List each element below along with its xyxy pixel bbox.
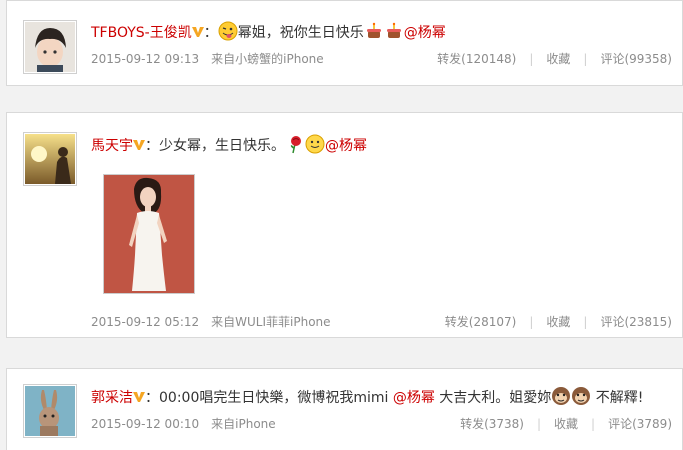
mention-link[interactable]: @杨幂 [325, 138, 367, 154]
separator: | [591, 417, 596, 431]
cake-emoji-icon [384, 21, 404, 41]
rose-emoji-icon [285, 134, 305, 154]
repost-button[interactable]: 转发(120148) [437, 52, 516, 66]
verified-badge-icon [133, 140, 145, 150]
separator: | [529, 52, 534, 66]
author-name[interactable]: 馬天宇 [91, 138, 133, 154]
repost-button[interactable]: 转发(28107) [445, 315, 517, 329]
verified-badge-icon [133, 392, 145, 402]
post-time[interactable]: 2015-09-12 09:13 [91, 52, 199, 66]
separator: | [583, 52, 588, 66]
post-meta: 2015-09-12 09:13 来自小螃蟹的iPhone [91, 50, 324, 67]
weibo-post: 郭采洁 ：00:00唱完生日快樂，微博祝我mimi @杨幂 大吉大利。姐愛妳 不解… [6, 368, 683, 450]
weibo-post: 馬天宇 ：少女幂，生日快乐。 @杨幂 2015-09-12 05:12 来自WULI菲… [6, 112, 683, 338]
comment-button[interactable]: 评论(99358) [600, 52, 672, 66]
verified-badge-icon [191, 27, 204, 37]
weibo-post: TFBOYS-王俊凯：幂姐，祝你生日快乐 @杨幂 2015-09-12 09:13… [6, 0, 683, 86]
post-body: 不解釋! [591, 390, 644, 406]
post-source[interactable]: 来自iPhone [211, 417, 276, 431]
comment-button[interactable]: 评论(3789) [608, 417, 672, 431]
post-body: 00:00唱完生日快樂，微博祝我mimi [159, 390, 393, 406]
tongue-face-emoji-icon [218, 21, 238, 41]
author-name[interactable]: 郭采洁 [91, 390, 133, 406]
favorite-button[interactable]: 收藏 [546, 52, 570, 66]
post-photo[interactable] [103, 174, 195, 294]
avatar[interactable] [23, 384, 77, 438]
smile-face-emoji-icon [305, 134, 325, 154]
comment-button[interactable]: 评论(23815) [600, 315, 672, 329]
post-meta: 2015-09-12 00:10 来自iPhone [91, 415, 276, 432]
repost-button[interactable]: 转发(3738) [460, 417, 524, 431]
separator: | [583, 315, 588, 329]
post-time[interactable]: 2015-09-12 00:10 [91, 417, 199, 431]
post-text: TFBOYS-王俊凯：幂姐，祝你生日快乐 @杨幂 [91, 21, 672, 43]
post-text: 郭采洁 ：00:00唱完生日快樂，微博祝我mimi @杨幂 大吉大利。姐愛妳 不解… [91, 386, 672, 408]
post-body: 少女幂，生日快乐。 [159, 138, 285, 154]
monkey-face-emoji-icon [551, 386, 571, 406]
mention-link[interactable]: @杨幂 [393, 390, 435, 406]
cake-emoji-icon [364, 21, 384, 41]
post-body: 幂姐，祝你生日快乐 [237, 25, 364, 41]
post-actions: 转发(120148) | 收藏 | 评论(99358) [437, 50, 672, 67]
separator: | [529, 315, 534, 329]
favorite-button[interactable]: 收藏 [546, 315, 570, 329]
post-actions: 转发(28107) | 收藏 | 评论(23815) [445, 313, 672, 330]
post-time[interactable]: 2015-09-12 05:12 [91, 315, 199, 329]
author-name[interactable]: TFBOYS-王俊凯 [91, 25, 192, 41]
post-actions: 转发(3738) | 收藏 | 评论(3789) [460, 415, 672, 432]
separator: | [536, 417, 542, 431]
avatar[interactable] [23, 20, 77, 74]
post-source[interactable]: 来自WULI菲菲iPhone [211, 315, 330, 329]
mention-link[interactable]: @杨幂 [404, 25, 446, 41]
post-source[interactable]: 来自小螃蟹的iPhone [211, 52, 324, 66]
post-body: 大吉大利。姐愛妳 [434, 390, 552, 406]
avatar[interactable] [23, 132, 77, 186]
favorite-button[interactable]: 收藏 [554, 417, 578, 431]
post-text: 馬天宇 ：少女幂，生日快乐。 @杨幂 [91, 134, 672, 156]
monkey-face-emoji-icon [571, 386, 591, 406]
post-meta: 2015-09-12 05:12 来自WULI菲菲iPhone [91, 313, 331, 330]
